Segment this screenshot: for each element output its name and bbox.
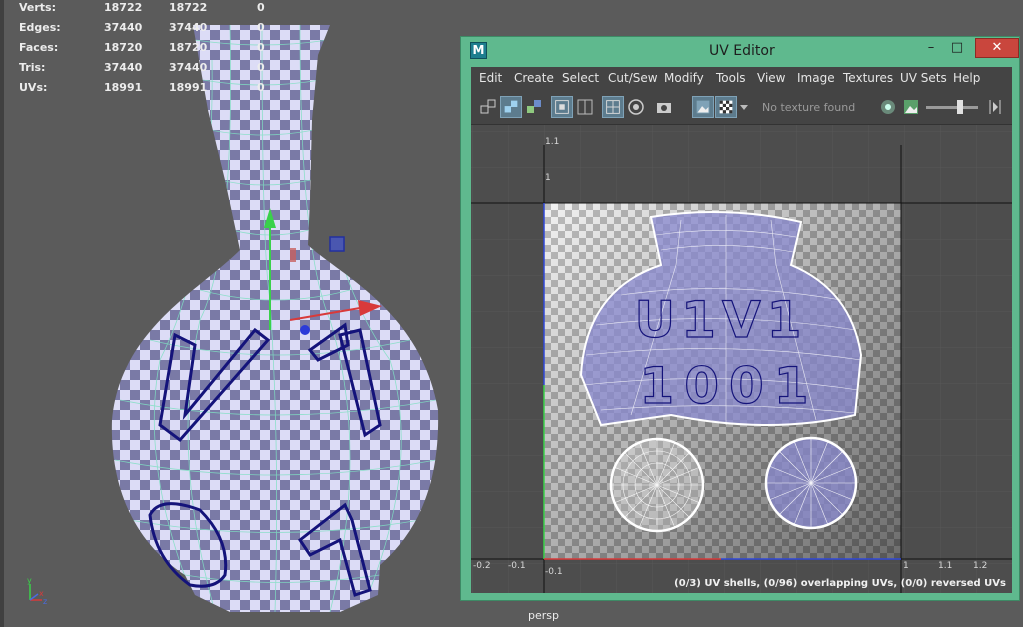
tick-y: 1 — [545, 173, 551, 183]
menu-cut-sew[interactable]: Cut/Sew — [608, 71, 658, 85]
uv-texture-canvas[interactable]: U1V1 1001 -0.2 -0.1 1 1.1 1.2 1.1 1 -0.1… — [471, 125, 1012, 593]
shell-text-line1: U1V1 — [635, 291, 808, 349]
hud-value: 0 — [257, 21, 265, 34]
hud-label: Tris: — [19, 61, 46, 74]
hud-value: 37440 — [104, 21, 143, 34]
hud-value: 0 — [257, 61, 265, 74]
menu-edit[interactable]: Edit — [479, 71, 502, 85]
uv-toolbar: No texture found — [471, 89, 1012, 125]
uv-menu-bar: Edit Create Select Cut/Sew Modify Tools … — [471, 67, 1012, 89]
display-image-icon[interactable] — [692, 96, 714, 118]
uv-editor-window[interactable]: M UV Editor – □ ✕ Edit Create Select Cut… — [460, 36, 1020, 601]
tick-x: -0.2 — [473, 561, 491, 571]
camera-label: persp — [528, 609, 559, 622]
tick-x: 1.1 — [938, 561, 953, 571]
menu-help[interactable]: Help — [953, 71, 980, 85]
menu-uv-sets[interactable]: UV Sets — [900, 71, 947, 85]
hud-value: 0 — [257, 41, 265, 54]
menu-tools[interactable]: Tools — [716, 71, 746, 85]
close-button[interactable]: ✕ — [975, 38, 1019, 58]
hud-value: 18722 — [104, 1, 143, 14]
hud-label: Faces: — [19, 41, 59, 54]
brightness-slider[interactable] — [926, 100, 978, 114]
axis-z-label: z — [43, 597, 47, 606]
frame-all-icon[interactable] — [551, 96, 573, 118]
image-ratio-icon[interactable] — [900, 96, 922, 118]
hud-label: Edges: — [19, 21, 61, 34]
uv-shell-bottom-cap[interactable] — [609, 437, 705, 533]
hud-value: 18722 — [169, 1, 208, 14]
hud-value: 37440 — [169, 21, 208, 34]
hud-label: UVs: — [19, 81, 48, 94]
uv-shell-top-cap[interactable] — [764, 436, 858, 530]
tick-x: 1.2 — [973, 561, 988, 571]
hud-value: 0 — [257, 1, 265, 14]
hud-value: 18991 — [169, 81, 208, 94]
axis-y-label: y — [27, 576, 32, 585]
vase-model[interactable] — [0, 0, 460, 627]
uv-status-readout: (0/3) UV shells, (0/96) overlapping UVs,… — [674, 578, 1006, 589]
uv-checker-icon[interactable] — [523, 96, 545, 118]
view-axis-gizmo: y x z — [27, 576, 47, 606]
slider-handle[interactable] — [957, 100, 963, 114]
menu-view[interactable]: View — [757, 71, 785, 85]
window-title: UV Editor — [709, 43, 775, 59]
menu-image[interactable]: Image — [797, 71, 835, 85]
uv-layout-view[interactable]: U1V1 1001 — [471, 125, 1012, 593]
hud-label: Verts: — [19, 1, 57, 14]
maya-app-icon: M — [470, 42, 487, 59]
hud-value: 18720 — [104, 41, 143, 54]
hud-value: 37440 — [169, 61, 208, 74]
uv-editor-titlebar[interactable]: M UV Editor – □ ✕ — [461, 37, 1019, 65]
uv-shell-icon[interactable] — [477, 96, 499, 118]
uv-select-icon[interactable] — [500, 96, 522, 118]
minimize-button[interactable]: – — [919, 39, 943, 57]
maximize-button[interactable]: □ — [945, 39, 969, 57]
grid-icon[interactable] — [602, 96, 624, 118]
tick-y: 1.1 — [545, 137, 560, 147]
hud-value: 18720 — [169, 41, 208, 54]
menu-textures[interactable]: Textures — [843, 71, 893, 85]
hud-value: 18991 — [104, 81, 143, 94]
snapshot-camera-icon[interactable] — [653, 96, 675, 118]
tick-y: -0.1 — [545, 567, 563, 577]
menu-select[interactable]: Select — [562, 71, 599, 85]
hud-value: 0 — [257, 81, 265, 94]
toolbar-expand-icon[interactable] — [983, 96, 1005, 118]
tick-x: -0.1 — [508, 561, 526, 571]
uv-editor-body: Edit Create Select Cut/Sew Modify Tools … — [471, 67, 1012, 593]
menu-modify[interactable]: Modify — [664, 71, 704, 85]
menu-create[interactable]: Create — [514, 71, 554, 85]
texture-status: No texture found — [762, 101, 856, 114]
snap-icon[interactable] — [625, 96, 647, 118]
hud-value: 37440 — [104, 61, 143, 74]
rgb-channel-icon[interactable] — [877, 96, 899, 118]
shell-text-line2: 1001 — [639, 357, 818, 415]
frame-selection-icon[interactable] — [574, 96, 596, 118]
checker-map-icon[interactable] — [715, 96, 737, 118]
chevron-down-icon[interactable] — [738, 96, 750, 118]
tick-x: 1 — [903, 561, 909, 571]
